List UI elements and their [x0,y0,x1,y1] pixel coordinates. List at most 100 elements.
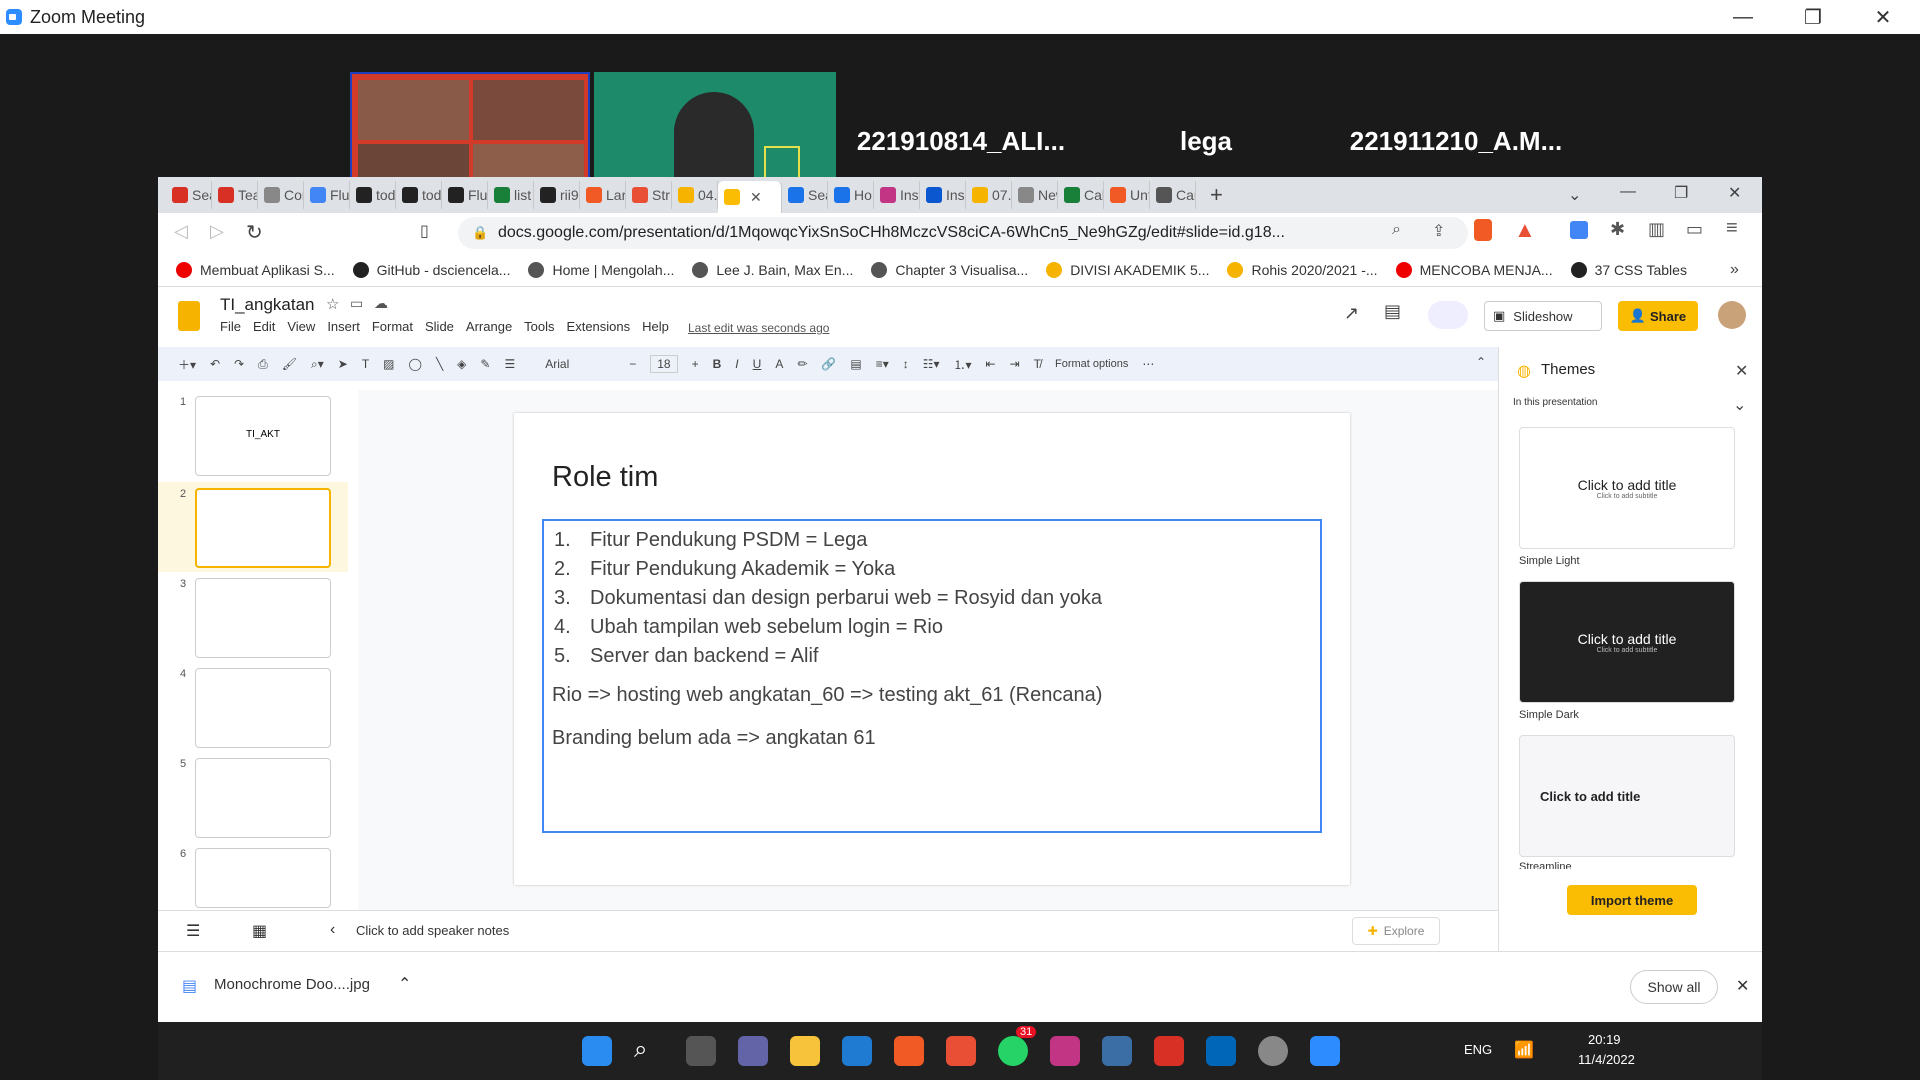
browser-tab[interactable]: Sea [782,181,828,209]
chevron-up-icon[interactable]: ⌃ [398,974,411,994]
clock-time[interactable]: 20:19 [1588,1032,1621,1047]
zoom-icon[interactable]: ⌕ [1392,221,1401,239]
menu-edit[interactable]: Edit [253,319,275,334]
whatsapp-icon[interactable] [998,1036,1028,1066]
photos-icon[interactable] [1102,1036,1132,1066]
theme-simple-light[interactable]: Click to add title Click to add subtitle [1519,427,1735,549]
browser-tab[interactable]: Str [626,181,672,209]
list-item[interactable]: 1. Fitur Pendukung PSDM = Lega [554,529,1320,556]
last-edit-link[interactable]: Last edit was seconds ago [688,321,829,335]
font-size-decrease[interactable]: − [629,357,636,371]
slide-title[interactable]: Role tim [552,461,658,494]
extensions-icon[interactable]: ✱ [1610,219,1625,240]
zoom-taskbar-icon[interactable] [1310,1036,1340,1066]
increase-indent-icon[interactable]: ⇥ [1010,357,1020,371]
chrome-icon[interactable] [1258,1036,1288,1066]
slideshow-button[interactable]: ▣ Slideshow [1484,301,1602,331]
slide-thumbnail-4[interactable] [195,668,331,748]
restore-button[interactable]: ❐ [1778,0,1848,34]
tab-search-icon[interactable]: ⌄ [1568,185,1581,205]
browser-tab[interactable]: Cor [258,181,304,209]
undo-icon[interactable]: ↶ [210,357,220,371]
chevron-down-icon[interactable]: ⌄ [1733,395,1746,415]
instagram-icon[interactable] [1050,1036,1080,1066]
wifi-icon[interactable]: 📶 [1514,1040,1534,1060]
slide-thumbnail-3[interactable] [195,578,331,658]
theme-filter-select[interactable]: In this presentation [1513,397,1598,408]
menu-format[interactable]: Format [372,319,413,334]
print-icon[interactable]: ⎙ [258,357,268,372]
slide-thumbnail-2[interactable] [195,488,331,568]
minimize-button[interactable]: — [1708,0,1778,34]
doc-title[interactable]: TI_angkatan [220,295,315,315]
browser-tab[interactable]: ✕ [718,181,782,213]
back-icon[interactable]: ◁ [174,221,188,242]
line-spacing-icon[interactable]: ↕ [903,357,909,371]
image-icon[interactable]: ▨ [383,357,394,371]
browser-tab[interactable]: Lar [580,181,626,209]
list-item[interactable]: 5. Server dan backend = Alif [554,645,1320,672]
import-theme-button[interactable]: Import theme [1567,885,1697,915]
bookmark-icon[interactable]: ▯ [420,221,429,241]
slide-thumbnail-6[interactable] [195,848,331,908]
theme-simple-dark[interactable]: Click to add title Click to add subtitle [1519,581,1735,703]
browser-tab[interactable]: Ho [828,181,874,209]
browser-tab[interactable]: Ins [920,181,966,209]
shape-icon[interactable]: ◯ [409,357,422,371]
browser-tab[interactable]: Unt [1104,181,1150,209]
collapse-filmstrip-icon[interactable]: ‹ [330,921,335,939]
textbox-icon[interactable]: T [362,357,369,371]
browser-tab[interactable]: Cal [1058,181,1104,209]
underline-icon[interactable]: U [753,357,762,371]
bulleted-list-icon[interactable]: ☷▾ [923,357,940,371]
new-tab-button[interactable]: + [1210,182,1223,208]
more-bookmarks-icon[interactable]: » [1730,261,1739,279]
browser-tab[interactable]: Tea [212,181,258,209]
browser-tab[interactable]: Flu [442,181,488,209]
clock-date[interactable]: 11/4/2022 [1578,1052,1635,1067]
translate-icon[interactable] [1570,221,1588,239]
paint-format-icon[interactable]: 🖌 [282,357,297,371]
forward-icon[interactable]: ▷ [210,221,224,242]
move-folder-icon[interactable]: ▭ [350,295,363,312]
vscode-icon[interactable] [842,1036,872,1066]
font-size-increase[interactable]: + [692,357,699,371]
share-button[interactable]: 👤 Share [1618,301,1698,331]
slides-logo-icon[interactable] [178,301,200,331]
slide-thumbnail-1[interactable]: TI_AKT [195,396,331,476]
bookmark-item[interactable]: Home | Mengolah... [528,261,674,278]
menu-slide[interactable]: Slide [425,319,454,334]
browser-tab[interactable]: tod [350,181,396,209]
app-icon[interactable] [894,1036,924,1066]
highlight-icon[interactable]: ✏ [797,357,807,371]
comment-icon[interactable]: ▤ [850,357,861,371]
browser-tab[interactable]: 07. [966,181,1012,209]
menu-tools[interactable]: Tools [524,319,554,334]
bookmark-item[interactable]: 37 CSS Tables [1570,261,1687,278]
slide-thumbnail-5[interactable] [195,758,331,838]
redo-icon[interactable]: ↷ [234,357,244,371]
format-options-button[interactable]: Format options [1055,358,1128,370]
bookmark-item[interactable]: Membuat Aplikasi S... [176,261,335,278]
comments-icon[interactable]: ▤ [1384,301,1401,322]
browser-tab[interactable]: tod [396,181,442,209]
speaker-notes-placeholder[interactable]: Click to add speaker notes [356,923,509,938]
font-size-input[interactable]: 18 [650,355,678,373]
bookmark-item[interactable]: Lee J. Bain, Max En... [692,261,853,278]
close-tab-icon[interactable]: ✕ [750,189,762,206]
wps-icon[interactable] [1154,1036,1184,1066]
menu-insert[interactable]: Insert [327,319,360,334]
list-item[interactable]: 3. Dokumentasi dan design perbarui web = … [554,587,1320,614]
browser-tab[interactable]: list [488,181,534,209]
numbered-list-icon[interactable]: ⒈▾ [954,356,972,373]
menu-file[interactable]: File [220,319,241,334]
start-icon[interactable] [582,1036,612,1066]
filmstrip-view-icon[interactable]: ☰ [186,921,200,941]
border-color-icon[interactable]: ✎ [480,357,490,371]
slide-line-2[interactable]: Branding belum ada => angkatan 61 [552,727,1320,750]
bold-icon[interactable]: B [713,357,722,371]
sidebar-icon[interactable]: ▥ [1648,219,1665,240]
bookmark-item[interactable]: Chapter 3 Visualisa... [871,261,1028,278]
activity-icon[interactable]: ↗ [1344,303,1359,324]
menu-help[interactable]: Help [642,319,669,334]
